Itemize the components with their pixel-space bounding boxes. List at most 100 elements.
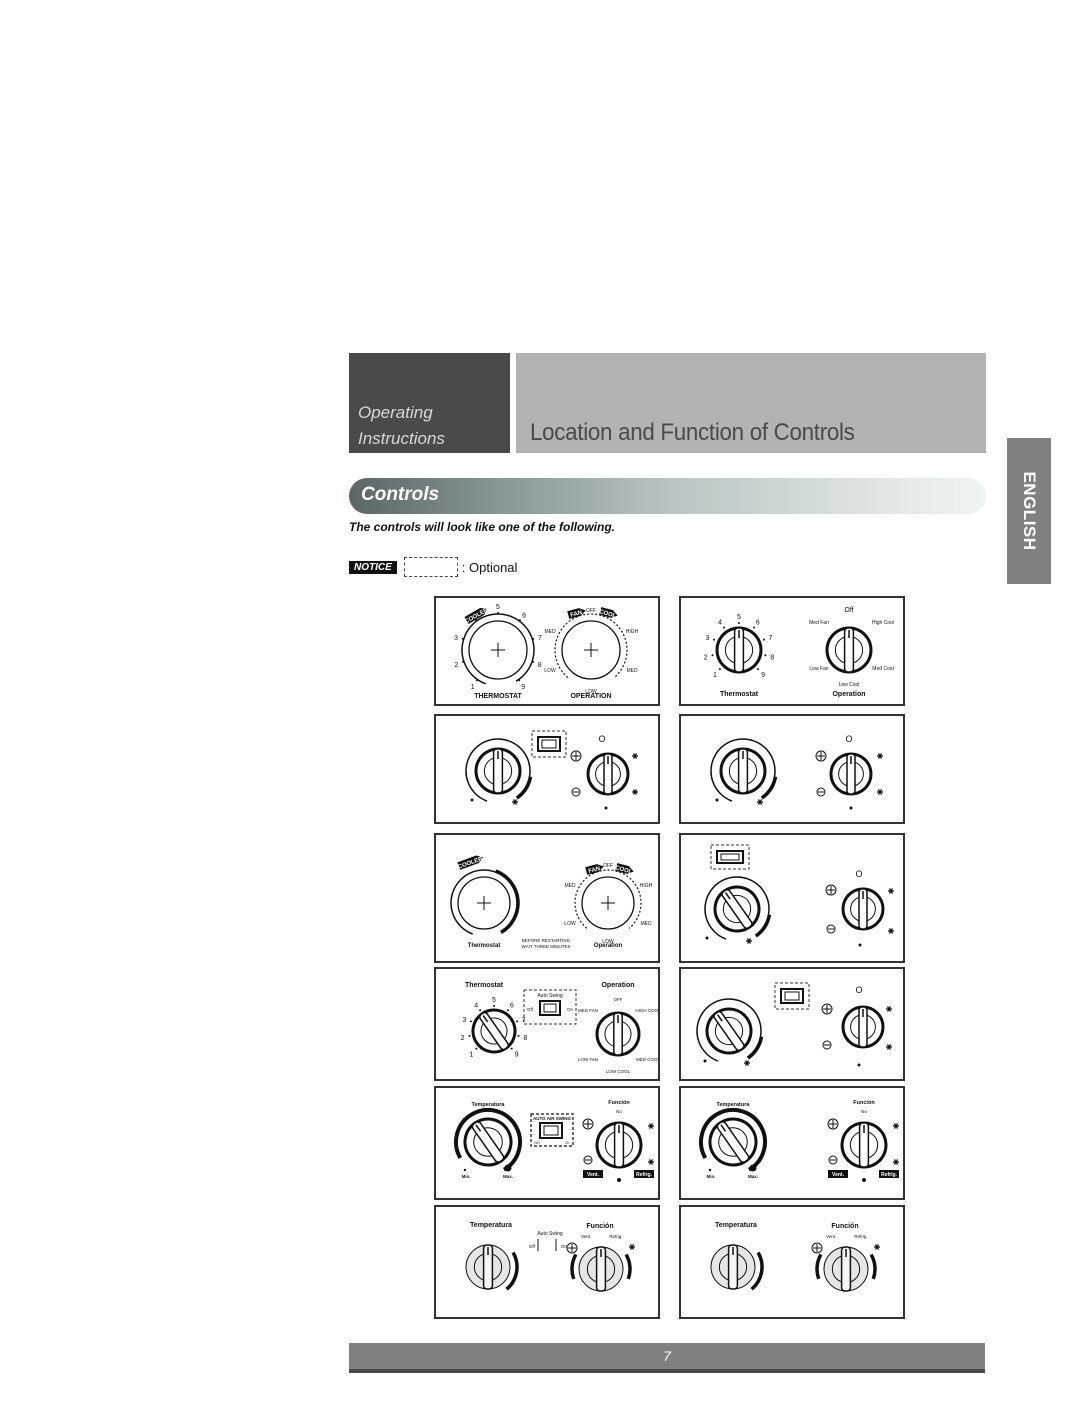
control-panel-10: Temperatura Min. Max. Función No Vent. Refrig. bbox=[679, 1086, 905, 1200]
tick-mark bbox=[518, 619, 521, 622]
control-panel-3: O bbox=[434, 714, 660, 824]
title-block: Location and Function of Controls bbox=[516, 353, 986, 453]
knob bbox=[710, 1244, 756, 1290]
auto-air-swing-label: AUTO AIR SWING bbox=[533, 1116, 571, 1121]
panel-content: 1 2 3 4 5 6 7 8 9 Off High Cool Med Cool Low Cool Low… bbox=[704, 607, 894, 698]
control-panel-1: 123456789COOLEROFFHIGHMEDLOWLOWMEDFANCOO… bbox=[434, 596, 660, 706]
tick-label: 3 bbox=[462, 1017, 466, 1024]
tick-label: 8 bbox=[770, 655, 774, 662]
panel-drawing: TemperaturaAuto SwingOff OnFunciónVent. Re… bbox=[465, 1222, 635, 1292]
switch-off-label: Off bbox=[529, 1244, 536, 1249]
operation-label: Operation bbox=[594, 943, 623, 949]
tick-mark bbox=[518, 679, 521, 682]
low-icon bbox=[617, 1178, 621, 1182]
panel-content: O bbox=[465, 730, 638, 810]
op-low-fan: LOW FAN bbox=[578, 1057, 598, 1062]
warm-dot-icon bbox=[703, 1059, 707, 1063]
tick-mark bbox=[517, 1034, 520, 1037]
low-fan-icon bbox=[826, 924, 836, 934]
operation-label: Operation bbox=[601, 982, 634, 989]
auto-swing-label: Auto Swing bbox=[537, 993, 563, 999]
max-dot-icon bbox=[749, 1164, 757, 1172]
function-off-label: No bbox=[861, 1109, 867, 1114]
section-header-block: Operating Instructions bbox=[349, 353, 510, 453]
op-med-fan: MED bbox=[544, 629, 556, 635]
knob bbox=[474, 747, 522, 795]
low-dot-icon bbox=[849, 806, 853, 810]
panel-content: COOLER OFFHIGHMEDLOWLOWMEDFAN COOLThermost… bbox=[450, 855, 653, 949]
panel-content: Temperatura Min. Max. AUTO AIR SWING NO SI Fun… bbox=[454, 1100, 654, 1182]
tick-mark bbox=[475, 679, 478, 682]
snowflake-icon bbox=[757, 799, 763, 805]
function-off-label: No bbox=[616, 1109, 622, 1114]
tick-mark bbox=[757, 668, 760, 671]
thermostat-label: Thermostat bbox=[468, 943, 501, 949]
tag-label: Vent. bbox=[832, 1172, 845, 1178]
max-dot-icon bbox=[504, 1164, 512, 1172]
snowflake-icon bbox=[648, 1123, 654, 1129]
panel-drawing: COOLER OFFHIGHMEDLOWLOWMEDFAN COOLThermost… bbox=[450, 855, 653, 949]
control-panel-6: O bbox=[679, 833, 905, 963]
section-title: Controls bbox=[361, 484, 440, 505]
cooler-arrow: COOLER bbox=[457, 855, 484, 871]
fan-arrow: FAN bbox=[567, 608, 586, 619]
knob bbox=[823, 1246, 869, 1292]
page-title: Location and Function of Controls bbox=[530, 419, 855, 446]
panel-content: TemperaturaAuto SwingOff OnFunciónVent. Re… bbox=[465, 1222, 635, 1292]
snowflake-icon bbox=[888, 928, 894, 934]
function-scale-heavy bbox=[570, 1253, 578, 1280]
fan-icon bbox=[815, 750, 827, 762]
thermostat-label: Thermostat bbox=[720, 691, 759, 698]
panel-drawing: O bbox=[465, 730, 638, 810]
snowflake-icon bbox=[632, 753, 638, 759]
op-low-fan: LOW bbox=[544, 668, 556, 674]
tick-label: 7 bbox=[768, 635, 772, 642]
swing-switch bbox=[539, 1122, 563, 1139]
tick-mark bbox=[532, 660, 535, 663]
tick-label: 7 bbox=[538, 635, 542, 642]
tick-mark bbox=[516, 1020, 519, 1023]
op-off: OFF bbox=[603, 863, 613, 869]
control-panel-8: O bbox=[679, 967, 905, 1081]
control-panel-2: 1 2 3 4 5 6 7 8 9 Off High Cool Med Cool Low Cool Low… bbox=[679, 596, 905, 706]
refrig-label: Refrig. bbox=[609, 1234, 622, 1239]
off-symbol: O bbox=[855, 985, 862, 995]
fan-icon bbox=[582, 1118, 594, 1130]
low-icon bbox=[862, 1178, 866, 1182]
low-dot-icon bbox=[604, 806, 608, 810]
tick-mark bbox=[493, 1005, 495, 1007]
panel-content: O bbox=[696, 982, 892, 1067]
thermostat-label: Thermostat bbox=[465, 982, 504, 989]
panel-content: Temperatura Función Vent. Refrig. bbox=[710, 1222, 880, 1292]
tick-mark bbox=[475, 1047, 478, 1050]
low-dot-icon bbox=[857, 1063, 861, 1067]
tick-label: 1 bbox=[713, 672, 717, 679]
op-high-cool: High Cool bbox=[872, 620, 894, 626]
temperatura-label: Temperatura bbox=[717, 1102, 751, 1108]
tick-label: 4 bbox=[474, 1002, 478, 1009]
low-fan-icon bbox=[828, 1155, 838, 1165]
tick-mark bbox=[722, 626, 725, 629]
funcion-label: Función bbox=[586, 1223, 613, 1230]
panel-drawing: Temperatura Min. Max. AUTO AIR SWING NO SI Fun… bbox=[454, 1100, 654, 1182]
op-med-fan: Med Fan bbox=[809, 620, 829, 626]
tick-label: 1 bbox=[471, 684, 475, 691]
op-high: HIGH bbox=[640, 883, 653, 889]
control-panel-7: Thermostat 1 2 3 4 5 6 7 8 9 Auto Swing Off On Operat… bbox=[434, 967, 660, 1081]
auto-swing-label: Auto Swing bbox=[537, 1231, 563, 1237]
op-high-cool: HIGH COOL bbox=[635, 1008, 658, 1013]
low-fan-icon bbox=[822, 1040, 832, 1050]
snowflake-icon bbox=[893, 1159, 899, 1165]
refrig-label: Refrig. bbox=[854, 1234, 867, 1239]
max-label: Max. bbox=[748, 1174, 758, 1179]
tick-mark bbox=[713, 638, 716, 641]
fan-arrow: FAN bbox=[585, 864, 604, 875]
tick-mark bbox=[738, 622, 740, 624]
op-off: Off bbox=[844, 607, 853, 614]
op-med: MED bbox=[640, 921, 652, 927]
funcion-label: Función bbox=[853, 1100, 875, 1106]
knob bbox=[595, 1011, 641, 1057]
section-label-line1: Operating bbox=[358, 403, 433, 422]
snowflake-icon bbox=[648, 1159, 654, 1165]
tick-mark bbox=[469, 1020, 472, 1023]
